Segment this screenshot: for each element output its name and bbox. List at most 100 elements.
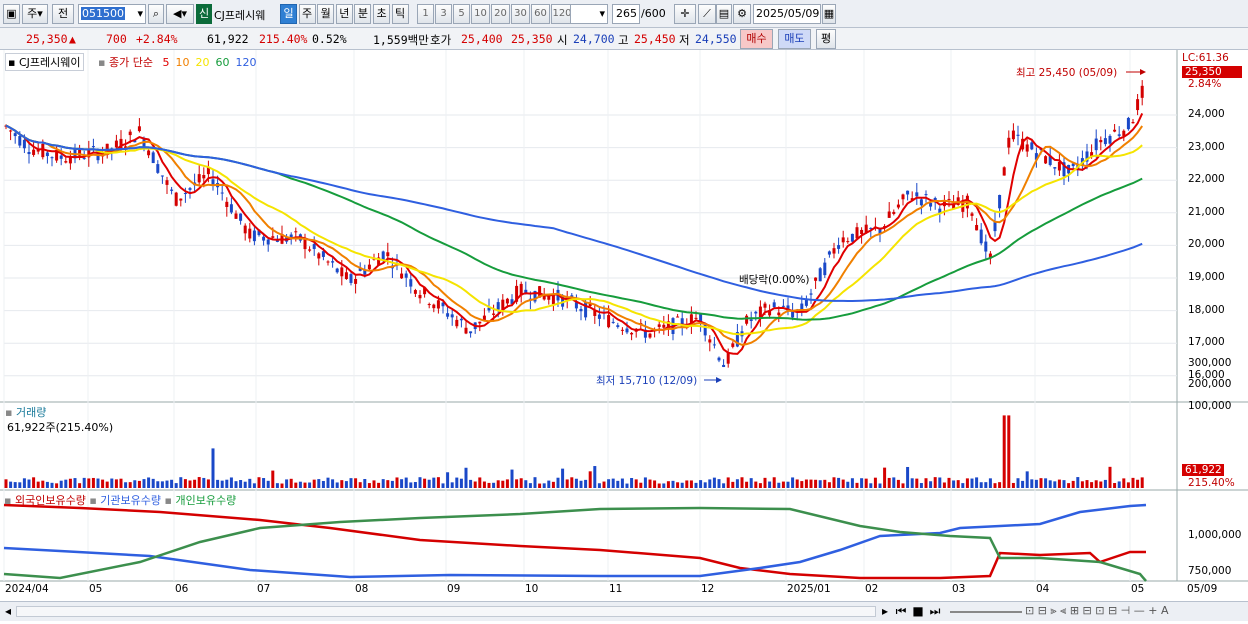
volume-bar bbox=[303, 482, 307, 488]
calendar-icon[interactable]: ▦ bbox=[822, 4, 836, 24]
volume-bar bbox=[317, 479, 321, 488]
window-menu-icon[interactable]: ▣ bbox=[3, 4, 20, 24]
volume-bar bbox=[1071, 480, 1075, 488]
chart-area[interactable]: ▪ CJ프레시웨이 ▪ 종가 단순 5 10 20 60 120 LC:61.36 25… bbox=[0, 50, 1248, 621]
interval-tab[interactable]: 60 bbox=[531, 4, 550, 24]
current-pct-tag: 2.84% bbox=[1188, 78, 1222, 90]
volume-bar bbox=[183, 479, 187, 488]
candle-body bbox=[607, 315, 611, 328]
crosshair-icon[interactable]: ✛ bbox=[674, 4, 696, 24]
ask-label: 호가 bbox=[430, 33, 452, 47]
candle-body bbox=[331, 261, 335, 263]
volume-bar bbox=[409, 482, 413, 488]
candle-body bbox=[1002, 167, 1006, 176]
volume-bar bbox=[510, 469, 514, 488]
x-axis-label: 2025/01 bbox=[787, 583, 831, 595]
period-tab[interactable]: 월 bbox=[317, 4, 335, 24]
volume-bar bbox=[892, 477, 896, 488]
scroll-track[interactable] bbox=[16, 606, 876, 617]
period-tab[interactable]: 주 bbox=[298, 4, 316, 24]
volume-bar bbox=[211, 448, 215, 488]
interval-tab[interactable]: 3 bbox=[435, 4, 452, 24]
volume-bar bbox=[87, 478, 91, 488]
save-icon[interactable]: ▤ bbox=[716, 4, 732, 24]
candle-body bbox=[993, 221, 997, 232]
low-price: 24,550 bbox=[695, 32, 737, 46]
chart-tools-icons[interactable]: ⊡ ⊟ ⫸ ⫷ ⊞ ⊟ ⊡ ⊟ ⊣ — + A bbox=[1025, 602, 1235, 622]
stock-chart-canvas[interactable] bbox=[0, 50, 1248, 621]
volume-bar bbox=[731, 481, 735, 488]
ma-legend-item: 60 bbox=[215, 56, 230, 69]
price-y-tick: 20,000 bbox=[1188, 238, 1225, 251]
candle-body bbox=[137, 126, 141, 132]
candle-body bbox=[745, 315, 749, 324]
fast-forward-icon[interactable]: ⏭ bbox=[927, 602, 943, 622]
period-tab[interactable]: 일 bbox=[280, 4, 297, 24]
interval-tab[interactable]: 20 bbox=[491, 4, 510, 24]
eval-button[interactable]: 평 bbox=[816, 29, 836, 49]
volume-bar bbox=[869, 483, 873, 488]
candle-body bbox=[271, 236, 275, 238]
prev-button[interactable]: 전 bbox=[52, 4, 74, 24]
gear-icon[interactable]: ⚙ bbox=[733, 4, 751, 24]
volume-bar bbox=[312, 479, 316, 488]
candle-body bbox=[781, 305, 785, 307]
interval-tab[interactable]: 30 bbox=[511, 4, 530, 24]
draw-line-icon[interactable]: ⟋ bbox=[698, 4, 716, 24]
volume-bar bbox=[915, 478, 919, 488]
volume-bar bbox=[703, 482, 707, 488]
interval-tab[interactable]: 1 bbox=[417, 4, 434, 24]
stock-code-input[interactable]: 051500 ▾ bbox=[78, 4, 146, 24]
volume-bar bbox=[657, 483, 661, 488]
volume-bar bbox=[165, 480, 169, 488]
volume-bar bbox=[289, 478, 293, 488]
candle-body bbox=[1099, 140, 1103, 143]
interval-tab[interactable]: 5 bbox=[453, 4, 470, 24]
period-tab[interactable]: 분 bbox=[354, 4, 372, 24]
volume-bar bbox=[275, 483, 279, 488]
volume-bar bbox=[372, 480, 376, 488]
scroll-right-icon[interactable]: ▸ bbox=[878, 602, 892, 622]
volume-bar bbox=[96, 478, 100, 488]
period-tab[interactable]: 초 bbox=[373, 4, 390, 24]
search-icon[interactable]: ⌕ bbox=[148, 4, 164, 24]
volume-bar bbox=[984, 482, 988, 488]
volume-bar bbox=[229, 477, 233, 488]
rewind-icon[interactable]: ⏮ bbox=[893, 602, 909, 622]
bottom-scrollbar[interactable]: ◂ ▸ ⏮ ■ ⏭ ⊡ ⊟ ⫸ ⫷ ⊞ ⊟ ⊡ ⊟ ⊣ — + A bbox=[0, 601, 1248, 621]
candle-body bbox=[630, 332, 634, 335]
volume-bar bbox=[634, 479, 638, 488]
volume-bar bbox=[18, 482, 22, 488]
scroll-left-icon[interactable]: ◂ bbox=[2, 602, 14, 622]
zoom-slider[interactable] bbox=[950, 611, 1022, 613]
volume-bar bbox=[105, 481, 109, 488]
stop-icon[interactable]: ■ bbox=[910, 602, 926, 622]
interval-tab[interactable]: 10 bbox=[471, 4, 490, 24]
volume-bar bbox=[202, 477, 206, 488]
sell-button[interactable]: 매도 bbox=[778, 29, 811, 49]
volume-bar bbox=[1080, 481, 1084, 488]
volume-bar bbox=[1122, 478, 1126, 488]
chevron-down-icon: ▾ bbox=[137, 7, 143, 20]
buy-button[interactable]: 매수 bbox=[740, 29, 773, 49]
candle-body bbox=[1103, 138, 1107, 145]
count-input[interactable]: 265 bbox=[612, 4, 640, 24]
volume-bar bbox=[455, 477, 459, 488]
candle-body bbox=[611, 321, 615, 323]
sound-icon[interactable]: ◀▾ bbox=[166, 4, 194, 24]
candle-body bbox=[165, 180, 169, 185]
chevron-down-icon: ▾ bbox=[599, 7, 605, 20]
candle-body bbox=[91, 146, 95, 148]
candle-body bbox=[777, 312, 781, 316]
period-tab[interactable]: 틱 bbox=[391, 4, 409, 24]
interval-input[interactable]: ▾ bbox=[570, 4, 608, 24]
candle-body bbox=[708, 339, 712, 343]
period-tab[interactable]: 년 bbox=[335, 4, 353, 24]
up-arrow-icon: ▲ bbox=[69, 32, 76, 46]
volume-current-tag: 61,922 bbox=[1182, 464, 1224, 476]
candle-body bbox=[625, 328, 629, 333]
date-input[interactable]: 2025/05/09 bbox=[753, 4, 821, 24]
volume-bar bbox=[685, 480, 689, 488]
mode-select[interactable]: 주▾ bbox=[22, 4, 48, 24]
volume-bar bbox=[363, 478, 367, 488]
